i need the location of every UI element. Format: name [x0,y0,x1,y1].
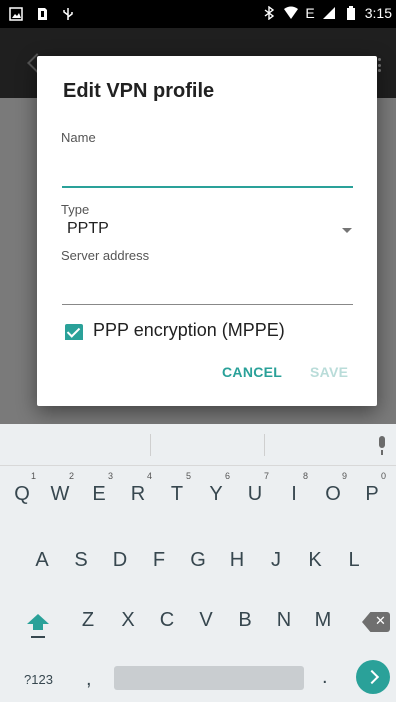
key-v[interactable]: V [188,592,224,648]
clock: 3:15 [364,5,392,21]
key-d[interactable]: D [102,532,138,588]
keyboard: 1Q 2W 3E 4R 5T 6Y 7U 8I 9O 0P A S D F G … [0,424,396,702]
key-y[interactable]: 6Y [198,466,234,522]
network-type-label: E [305,5,315,21]
key-l[interactable]: L [336,532,372,588]
key-j[interactable]: J [258,532,294,588]
suggestion-divider [150,434,151,456]
encryption-checkbox[interactable] [65,324,83,340]
key-s[interactable]: S [63,532,99,588]
period-key[interactable]: . [322,666,328,689]
chevron-right-icon [364,669,380,685]
key-q[interactable]: 1Q [4,466,40,522]
wifi-icon [283,5,299,21]
status-bar-left [8,6,76,22]
image-notification-icon [8,6,24,22]
server-address-label: Server address [61,248,150,263]
key-b[interactable]: B [227,592,263,648]
key-c[interactable]: C [149,592,185,648]
signal-icon [321,5,337,21]
dropdown-arrow-icon[interactable] [342,228,352,233]
key-a[interactable]: A [24,532,60,588]
key-u[interactable]: 7U [237,466,273,522]
key-k[interactable]: K [297,532,333,588]
go-key[interactable] [356,660,390,694]
battery-icon [343,5,359,21]
key-o[interactable]: 9O [315,466,351,522]
type-select[interactable]: PPTP [67,220,109,238]
key-g[interactable]: G [180,532,216,588]
key-p[interactable]: 0P [354,466,390,522]
cancel-button[interactable]: CANCEL [222,364,282,380]
backspace-icon[interactable]: ✕ [362,612,390,632]
space-bar[interactable] [114,666,304,690]
symbols-key[interactable]: ?123 [24,672,53,687]
bluetooth-icon [261,5,277,21]
key-t[interactable]: 5T [159,466,195,522]
key-z[interactable]: Z [70,592,106,648]
server-address-field[interactable] [62,304,353,305]
suggestion-divider [264,434,265,456]
type-label: Type [61,202,90,217]
sim-notification-icon [34,6,50,22]
key-h[interactable]: H [219,532,255,588]
microphone-icon[interactable] [377,436,387,456]
status-bar: E 3:15 [0,0,396,28]
edit-vpn-dialog: Edit VPN profile Name Type PPTP Server a… [37,56,377,406]
key-r[interactable]: 4R [120,466,156,522]
status-bar-right: E 3:15 [261,5,392,21]
usb-icon [60,6,76,22]
key-f[interactable]: F [141,532,177,588]
encryption-row[interactable]: PPP encryption (MPPE) [65,320,365,340]
key-e[interactable]: 3E [81,466,117,522]
save-button[interactable]: SAVE [310,364,348,380]
overflow-menu-icon [378,58,382,72]
name-label: Name [61,130,96,145]
key-n[interactable]: N [266,592,302,648]
key-m[interactable]: M [305,592,341,648]
shift-arrow-icon [27,614,49,624]
key-w[interactable]: 2W [42,466,78,522]
dialog-title: Edit VPN profile [63,80,215,102]
name-field[interactable] [62,186,353,188]
key-i[interactable]: 8I [276,466,312,522]
shift-key[interactable] [25,614,51,644]
comma-key[interactable]: , [86,668,92,691]
suggestion-bar [0,424,396,466]
key-x[interactable]: X [110,592,146,648]
encryption-label: PPP encryption (MPPE) [93,320,285,340]
